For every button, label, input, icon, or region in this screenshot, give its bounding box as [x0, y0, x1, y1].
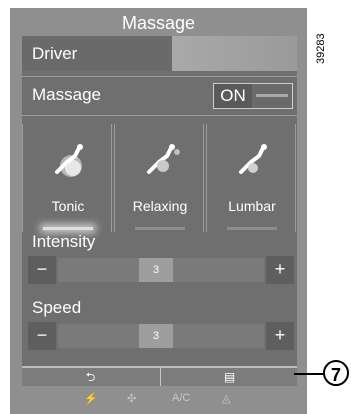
toggle-on-label: ON	[214, 84, 252, 108]
massage-label: Massage	[32, 85, 101, 104]
intensity-decrease-button[interactable]: −	[28, 256, 56, 284]
massage-row: Massage ON	[22, 76, 297, 116]
bottom-bar: ⮌ ▤	[22, 366, 297, 386]
massage-screen: Massage Driver Massage ON Tonic Relaxing…	[10, 8, 307, 414]
menu-icon: ▤	[223, 370, 236, 384]
back-button[interactable]: ⮌	[22, 368, 159, 386]
mode-indicator	[135, 227, 185, 230]
intensity-stepper: − 3 +	[28, 256, 294, 284]
seat-heat-icon[interactable]: ⚡	[84, 392, 98, 405]
mode-indicator	[227, 227, 277, 230]
speed-label: Speed	[32, 298, 82, 317]
climate-bar: ⚡ ✣ A/C ◬	[22, 390, 297, 410]
menu-button[interactable]: ▤	[160, 368, 298, 386]
intensity-value: 3	[139, 258, 173, 282]
speed-increase-button[interactable]: +	[266, 322, 294, 350]
callout-line	[294, 373, 324, 375]
speed-value: 3	[139, 324, 173, 348]
massage-modes: Tonic Relaxing Lumbar	[22, 124, 297, 232]
ac-label[interactable]: A/C	[172, 392, 190, 404]
intensity-track[interactable]: 3	[58, 258, 264, 282]
mode-relaxing[interactable]: Relaxing	[114, 124, 204, 232]
figure-code-text: 39283	[315, 33, 327, 64]
seat-tabs: Driver	[22, 36, 297, 71]
mode-indicator	[43, 227, 93, 230]
mode-lumbar[interactable]: Lumbar	[206, 124, 296, 232]
speed-decrease-button[interactable]: −	[28, 322, 56, 350]
callout-number: 7	[323, 360, 349, 386]
tab-passenger[interactable]	[172, 36, 297, 71]
speed-stepper: − 3 +	[28, 322, 294, 350]
toggle-knob	[256, 94, 288, 97]
intensity-increase-button[interactable]: +	[266, 256, 294, 284]
mode-label: Relaxing	[132, 198, 188, 214]
seat-tonic-icon	[55, 144, 83, 177]
mode-label: Tonic	[51, 198, 85, 214]
tab-driver[interactable]: Driver	[22, 36, 172, 71]
recirculation-icon[interactable]: ◬	[222, 392, 230, 405]
speed-track[interactable]: 3	[58, 324, 264, 348]
seat-lumbar-icon	[239, 144, 267, 174]
mode-tonic[interactable]: Tonic	[22, 124, 112, 232]
screen-title: Massage	[121, 13, 196, 33]
figure-code: 39283	[315, 33, 351, 64]
massage-panel: Driver Massage ON Tonic Relaxing Lumbar …	[22, 36, 297, 369]
intensity-label: Intensity	[32, 232, 96, 251]
massage-toggle[interactable]: ON	[213, 83, 293, 109]
mode-label: Lumbar	[228, 198, 276, 214]
back-arrow-icon: ⮌	[85, 370, 96, 384]
fan-icon[interactable]: ✣	[127, 392, 136, 405]
seat-relaxing-icon	[147, 144, 180, 174]
